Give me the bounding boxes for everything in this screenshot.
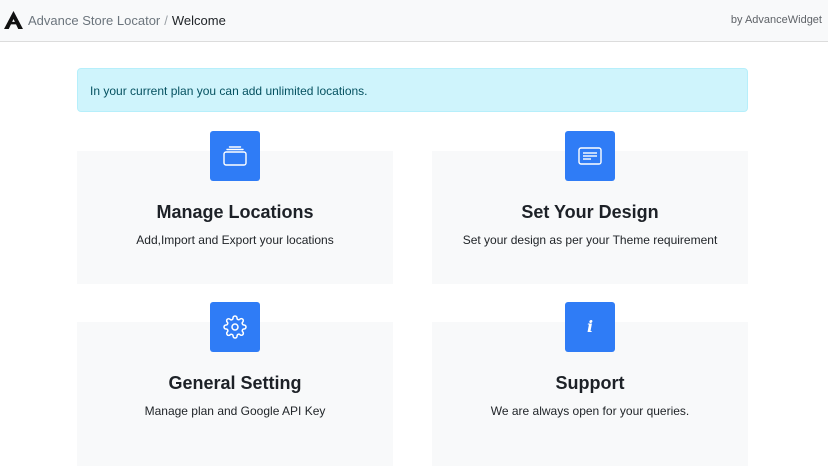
card-description: Manage plan and Google API Key [144,404,326,418]
card-title: Support [555,373,625,393]
card-title: Set Your Design [521,202,659,222]
top-bar: Advance Store Locator / Welcome by Advance… [0,0,828,42]
advance-logo-icon[interactable] [4,11,23,29]
info-icon[interactable]: i [565,302,615,352]
layout-card-icon[interactable] [565,131,615,181]
page-title: Welcome [171,13,226,28]
breadcrumb: Advance Store Locator / Welcome [28,13,226,29]
info-glyph: i [586,317,594,336]
card-set-your-design[interactable]: Set Your Design Set your design as per y… [432,131,748,284]
card-title: General Setting [168,373,302,393]
card-title: Manage Locations [156,202,314,222]
plan-alert-text: In your current plan you can add unlimit… [90,84,368,98]
plan-alert: In your current plan you can add unlimit… [77,68,748,112]
card-support[interactable]: i Support We are always open for your qu… [432,302,748,466]
card-manage-locations[interactable]: Manage Locations Add,Import and Export y… [77,131,393,284]
gear-icon[interactable] [210,302,260,352]
breadcrumb-separator: / [164,13,168,28]
card-description: We are always open for your queries. [490,404,690,418]
folder-icon[interactable] [210,131,260,181]
breadcrumb-app-name[interactable]: Advance Store Locator [28,13,160,28]
card-general-setting[interactable]: General Setting Manage plan and Google A… [77,302,393,466]
card-description: Set your design as per your Theme requir… [462,233,718,247]
card-description: Add,Import and Export your locations [136,233,334,247]
byline: by AdvanceWidget [730,14,822,26]
